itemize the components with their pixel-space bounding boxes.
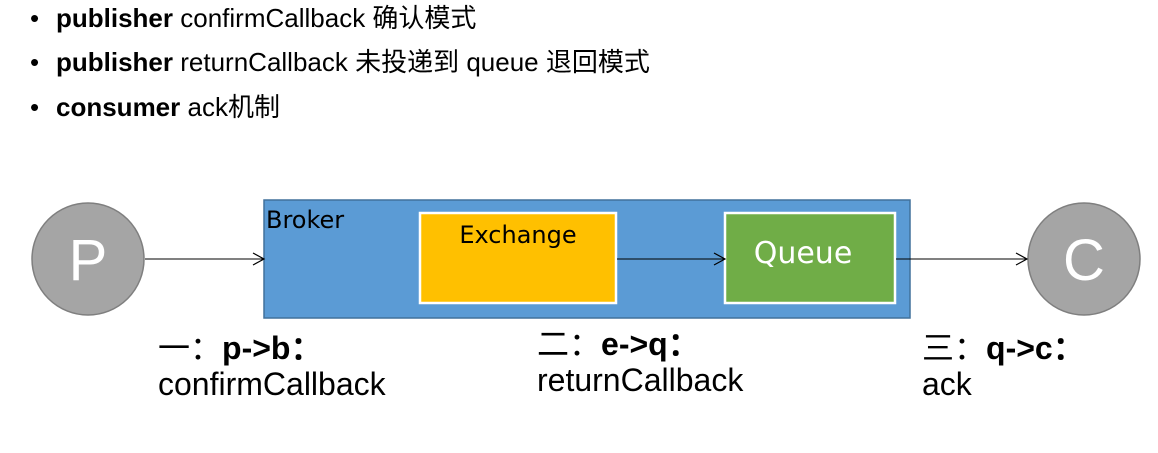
producer-label: P: [69, 228, 108, 293]
caption-prefix: 二：: [537, 326, 602, 362]
caption-route: p->b：: [222, 330, 323, 366]
caption-callback: ack: [922, 366, 972, 402]
caption-prefix: 一：: [158, 330, 223, 366]
caption-callback: returnCallback: [537, 362, 744, 398]
caption-heading: 三：q->c：: [922, 330, 1085, 366]
caption-callback: confirmCallback: [158, 366, 386, 402]
broker-label: Broker: [266, 206, 344, 234]
exchange-label: Exchange: [459, 221, 576, 249]
caption-step-one: 一：p->b： confirmCallback: [158, 330, 386, 402]
caption-heading: 一：p->b：: [158, 330, 386, 366]
caption-prefix: 三：: [922, 330, 987, 366]
caption-route: e->q：: [601, 326, 700, 362]
queue-label: Queue: [754, 236, 853, 271]
caption-step-three: 三：q->c： ack: [922, 330, 1085, 402]
caption-heading: 二：e->q：: [537, 326, 743, 362]
caption-step-two: 二：e->q： returnCallback: [537, 326, 743, 398]
caption-route: q->c：: [986, 330, 1085, 366]
consumer-label: C: [1063, 228, 1105, 293]
